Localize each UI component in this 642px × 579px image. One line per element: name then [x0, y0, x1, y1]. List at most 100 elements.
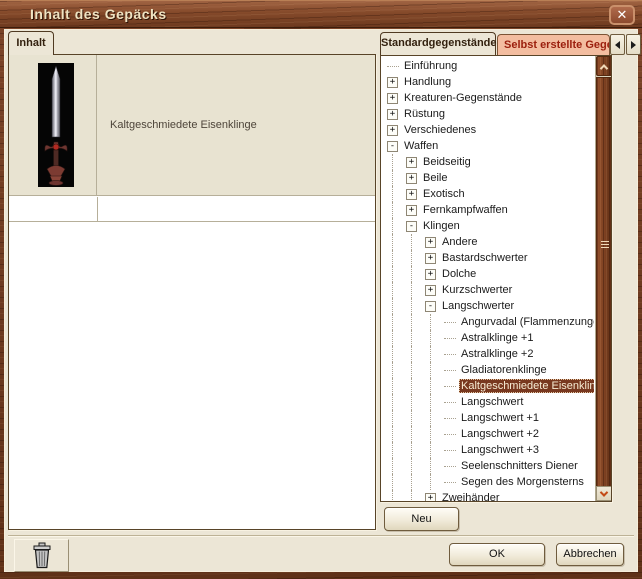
- inventory-row[interactable]: Kaltgeschmiedete Eisenklinge: [9, 55, 375, 196]
- tree-item[interactable]: Langschwert: [383, 394, 594, 410]
- expand-plus-icon[interactable]: +: [387, 92, 398, 104]
- tree-item[interactable]: + Zweihänder: [383, 490, 594, 501]
- tree-item-label[interactable]: Zweihänder: [440, 491, 501, 501]
- tree-item-label[interactable]: Langschwert +2: [459, 427, 541, 441]
- tree-item-label[interactable]: Verschiedenes: [402, 123, 478, 137]
- tree-item-label[interactable]: Beidseitig: [421, 155, 473, 169]
- tree-item[interactable]: Langschwert +3: [383, 442, 594, 458]
- tree-item[interactable]: + Rüstung: [383, 106, 594, 122]
- titlebar[interactable]: Inhalt des Gepäcks ✕: [0, 0, 642, 28]
- tab-standardgegenstaende[interactable]: Standardgegenstände: [380, 32, 497, 55]
- tree-item-label[interactable]: Klingen: [421, 219, 462, 233]
- delete-button[interactable]: [14, 539, 69, 572]
- scroll-tabs-right-icon[interactable]: [626, 34, 641, 55]
- tree-item-label[interactable]: Angurvadal (Flammenzunge): [459, 315, 594, 329]
- expand-plus-icon[interactable]: +: [406, 172, 417, 184]
- tree-item[interactable]: - Waffen: [383, 138, 594, 154]
- expand-plus-icon[interactable]: +: [425, 252, 436, 264]
- tree-item[interactable]: Langschwert +2: [383, 426, 594, 442]
- tree-item[interactable]: Astralklinge +1: [383, 330, 594, 346]
- tree-item-label[interactable]: Segen des Morgensterns: [459, 475, 586, 489]
- chevron-down-icon: [599, 487, 609, 497]
- tab-selbst-erstellte-gegenstaende[interactable]: Selbst erstellte Geger: [497, 34, 610, 55]
- tree-item[interactable]: + Kreaturen-Gegenstände: [383, 90, 594, 106]
- inventory-empty-row[interactable]: [9, 197, 375, 222]
- tree-item-label[interactable]: Einführung: [402, 59, 459, 73]
- tree-connector: [444, 369, 456, 371]
- scroll-down-icon[interactable]: [596, 486, 611, 501]
- tree-item[interactable]: Gladiatorenklinge: [383, 362, 594, 378]
- expand-plus-icon[interactable]: +: [387, 76, 398, 88]
- tab-inhalt[interactable]: Inhalt: [8, 31, 54, 55]
- tree-item[interactable]: Segen des Morgensterns: [383, 474, 594, 490]
- tree-item[interactable]: + Beile: [383, 170, 594, 186]
- tree-item[interactable]: - Langschwerter: [383, 298, 594, 314]
- tree-item-label[interactable]: Langschwerter: [440, 299, 516, 313]
- tree-connector: [387, 378, 406, 394]
- tree-connector: [406, 442, 425, 458]
- tree-item[interactable]: Astralklinge +2: [383, 346, 594, 362]
- collapse-minus-icon[interactable]: -: [387, 140, 398, 152]
- tree-item-label[interactable]: Seelenschnitters Diener: [459, 459, 580, 473]
- tree-connector: [406, 474, 425, 490]
- tree-item-label[interactable]: Langschwert +3: [459, 443, 541, 457]
- tree-item[interactable]: + Andere: [383, 234, 594, 250]
- expand-plus-icon[interactable]: +: [425, 284, 436, 296]
- tree-item-label[interactable]: Langschwert: [459, 395, 525, 409]
- scrollbar-thumb[interactable]: [596, 77, 611, 501]
- expand-plus-icon[interactable]: +: [425, 236, 436, 248]
- tree-item-label[interactable]: Rüstung: [402, 107, 447, 121]
- tree-item[interactable]: + Exotisch: [383, 186, 594, 202]
- tree-item[interactable]: + Verschiedenes: [383, 122, 594, 138]
- tree-item[interactable]: + Fernkampfwaffen: [383, 202, 594, 218]
- tree-connector: [406, 346, 425, 362]
- tree-connector: [387, 490, 406, 501]
- tree-item-label[interactable]: Astralklinge +1: [459, 331, 535, 345]
- tree-item[interactable]: + Beidseitig: [383, 154, 594, 170]
- tree-item[interactable]: Seelenschnitters Diener: [383, 458, 594, 474]
- expand-plus-icon[interactable]: +: [406, 204, 417, 216]
- expand-plus-icon[interactable]: +: [387, 108, 398, 120]
- tree-item[interactable]: Kaltgeschmiedete Eisenklinge: [383, 378, 594, 394]
- tree-item-label[interactable]: Waffen: [402, 139, 440, 153]
- collapse-minus-icon[interactable]: -: [406, 220, 417, 232]
- expand-plus-icon[interactable]: +: [425, 268, 436, 280]
- tree-item-label[interactable]: Beile: [421, 171, 449, 185]
- tree-connector: [387, 298, 406, 314]
- tree-item-label[interactable]: Exotisch: [421, 187, 467, 201]
- tree-item-label[interactable]: Bastardschwerter: [440, 251, 530, 265]
- tree-item-label[interactable]: Handlung: [402, 75, 453, 89]
- tree-item[interactable]: Angurvadal (Flammenzunge): [383, 314, 594, 330]
- cancel-button[interactable]: Abbrechen: [556, 543, 624, 566]
- tree-item-label[interactable]: Langschwert +1: [459, 411, 541, 425]
- tree-item[interactable]: + Kurzschwerter: [383, 282, 594, 298]
- tree-connector: [444, 321, 456, 323]
- ok-button[interactable]: OK: [449, 543, 545, 566]
- tree-item[interactable]: Einführung: [383, 58, 594, 74]
- tree-item-label[interactable]: Astralklinge +2: [459, 347, 535, 361]
- scroll-up-icon[interactable]: [596, 56, 611, 76]
- tree-item[interactable]: + Dolche: [383, 266, 594, 282]
- tree-item-label[interactable]: Kaltgeschmiedete Eisenklinge: [459, 379, 594, 393]
- expand-plus-icon[interactable]: +: [425, 492, 436, 501]
- tree-item-label[interactable]: Kurzschwerter: [440, 283, 514, 297]
- inventory-item-name: Kaltgeschmiedete Eisenklinge: [110, 119, 257, 131]
- tree-item[interactable]: + Handlung: [383, 74, 594, 90]
- new-button[interactable]: Neu: [384, 507, 459, 531]
- tree-item-label[interactable]: Gladiatorenklinge: [459, 363, 549, 377]
- tree-connector: [444, 401, 456, 403]
- expand-plus-icon[interactable]: +: [406, 188, 417, 200]
- tree-item[interactable]: Langschwert +1: [383, 410, 594, 426]
- tree-scrollbar[interactable]: [595, 56, 611, 501]
- expand-plus-icon[interactable]: +: [387, 124, 398, 136]
- close-icon[interactable]: ✕: [609, 5, 635, 25]
- tree-item-label[interactable]: Fernkampfwaffen: [421, 203, 510, 217]
- collapse-minus-icon[interactable]: -: [425, 300, 436, 312]
- scroll-tabs-left-icon[interactable]: [610, 34, 625, 55]
- tree-item[interactable]: + Bastardschwerter: [383, 250, 594, 266]
- tree-item-label[interactable]: Andere: [440, 235, 479, 249]
- tree-item[interactable]: - Klingen: [383, 218, 594, 234]
- tree-item-label[interactable]: Kreaturen-Gegenstände: [402, 91, 524, 105]
- tree-item-label[interactable]: Dolche: [440, 267, 478, 281]
- expand-plus-icon[interactable]: +: [406, 156, 417, 168]
